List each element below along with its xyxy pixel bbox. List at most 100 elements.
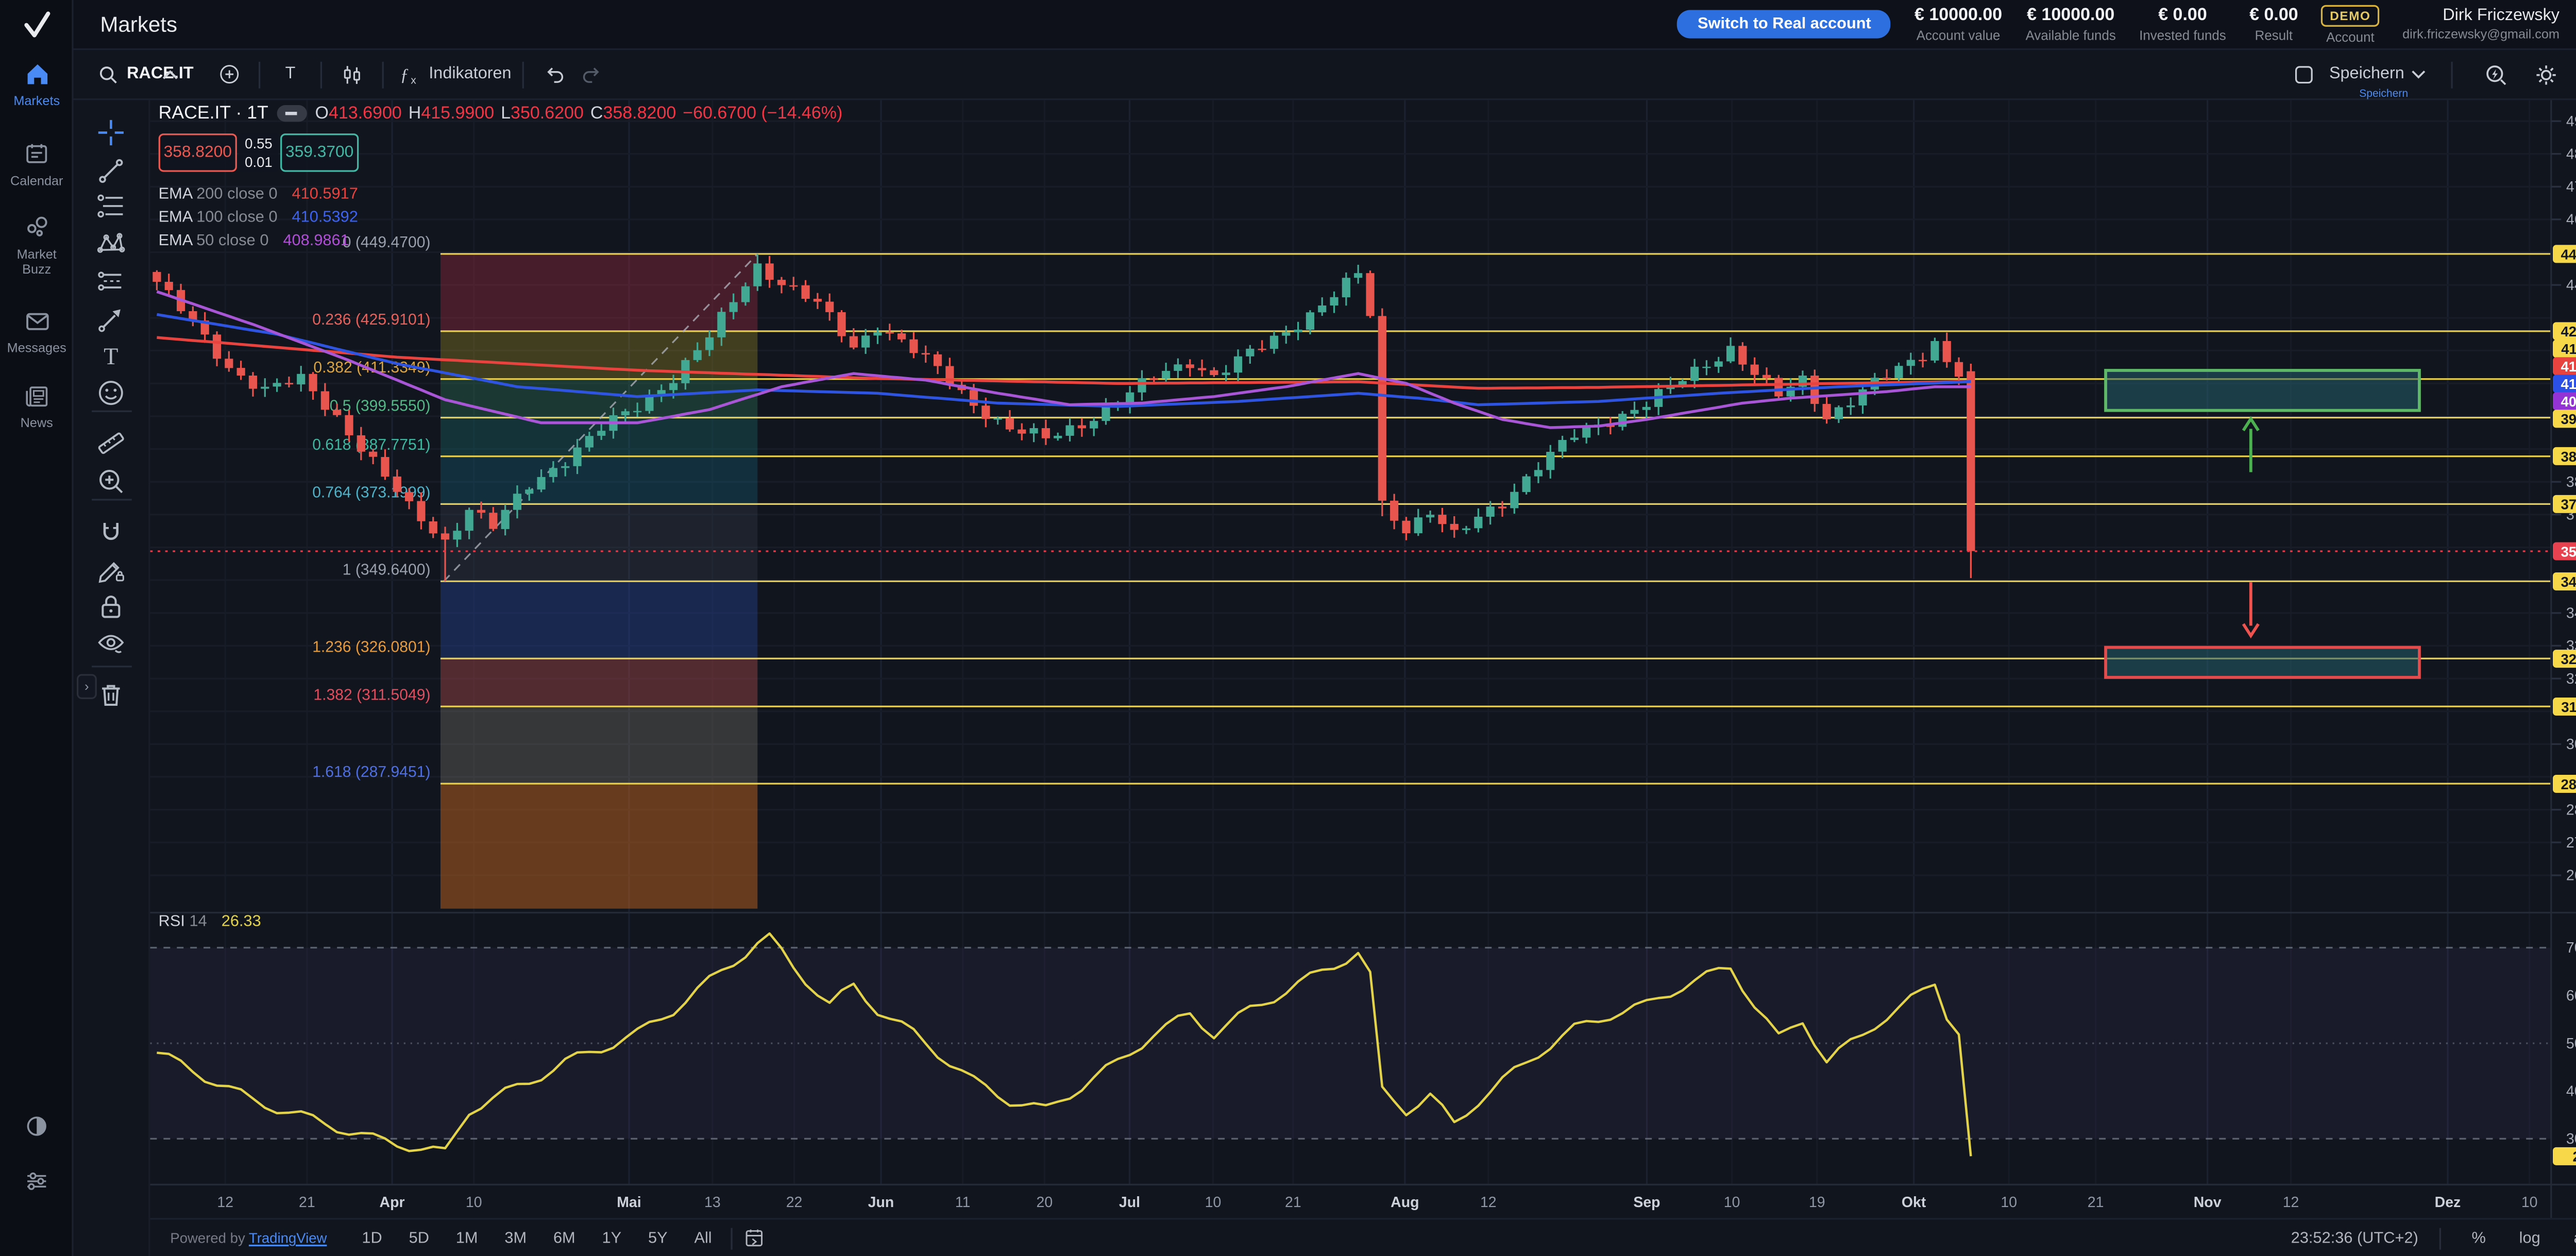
scale-log-button[interactable]: log bbox=[2511, 1226, 2548, 1251]
svg-text:408.9861: 408.9861 bbox=[2561, 394, 2576, 410]
tool-text[interactable]: T bbox=[95, 341, 129, 374]
tradingview-link[interactable]: TradingView bbox=[249, 1230, 327, 1246]
svg-text:12: 12 bbox=[1480, 1194, 1497, 1211]
indicators-label: Indikatoren bbox=[429, 65, 511, 83]
interval-button[interactable]: T bbox=[272, 54, 309, 94]
switch-to-real-account-button[interactable]: Switch to Real account bbox=[1677, 10, 1891, 38]
clock[interactable]: 23:52:36 (UTC+2) bbox=[2291, 1229, 2418, 1247]
tool-long-position[interactable] bbox=[95, 265, 129, 299]
account-stat: € 10000.00 Available funds bbox=[2026, 5, 2116, 43]
range-1d[interactable]: 1D bbox=[353, 1226, 391, 1251]
svg-text:11: 11 bbox=[955, 1194, 971, 1211]
go-to-date-button[interactable] bbox=[742, 1226, 765, 1249]
tool-zoom-in[interactable] bbox=[95, 466, 129, 499]
spread-value: 0.55 bbox=[245, 135, 273, 151]
tool-fib-retracement[interactable] bbox=[95, 190, 129, 224]
tool-arrow-marker[interactable] bbox=[95, 303, 129, 337]
home-icon bbox=[0, 60, 73, 89]
legend-change: −60.6700 (−14.46%) bbox=[683, 104, 842, 124]
theme-toggle-icon[interactable] bbox=[0, 1113, 73, 1140]
svg-text:470.0000: 470.0000 bbox=[2566, 179, 2576, 195]
svg-text:22: 22 bbox=[786, 1194, 803, 1211]
sidebar-item-calendar[interactable]: Calendar bbox=[0, 140, 73, 189]
sidebar-item-messages[interactable]: Messages bbox=[0, 307, 73, 355]
range-5y[interactable]: 5Y bbox=[640, 1226, 676, 1251]
range-1m[interactable]: 1M bbox=[448, 1226, 486, 1251]
checkbox-icon bbox=[2293, 62, 2316, 86]
tool-hide-drawings[interactable] bbox=[95, 627, 129, 661]
svg-text:300.0000: 300.0000 bbox=[2566, 736, 2576, 753]
tool-remove-drawings[interactable] bbox=[95, 679, 129, 712]
rsi-legend: RSI 14 26.33 bbox=[159, 912, 261, 931]
range-all[interactable]: All bbox=[686, 1226, 720, 1251]
legend-symbol[interactable]: RACE.IT · 1T bbox=[159, 104, 268, 124]
svg-text:326.0801: 326.0801 bbox=[2561, 651, 2576, 667]
ema-100-legend[interactable]: EMA 100 close 0 410.5392 bbox=[159, 209, 358, 227]
preferences-sliders-icon[interactable] bbox=[0, 1168, 73, 1195]
range-1y[interactable]: 1Y bbox=[594, 1226, 630, 1251]
range-5d[interactable]: 5D bbox=[400, 1226, 437, 1251]
sell-button[interactable]: 358.8200 bbox=[159, 133, 237, 172]
drawing-toolbar-collapse-button[interactable]: › bbox=[77, 674, 97, 699]
svg-text:21: 21 bbox=[299, 1194, 315, 1211]
svg-text:Jul: Jul bbox=[1119, 1194, 1140, 1211]
checkmark-logo-icon bbox=[15, 3, 58, 46]
svg-text:70.00: 70.00 bbox=[2566, 940, 2576, 956]
svg-text:Mai: Mai bbox=[617, 1194, 641, 1211]
tool-emoji[interactable] bbox=[95, 377, 129, 411]
buzz-icon bbox=[0, 214, 73, 242]
legend-more-pill[interactable] bbox=[277, 105, 307, 122]
rsi-label: RSI bbox=[159, 912, 185, 931]
svg-text:311.5049: 311.5049 bbox=[2561, 699, 2576, 715]
price-chart-canvas[interactable]: 0 (449.4700)0.236 (425.9101)0.382 (411.3… bbox=[150, 100, 2576, 1218]
svg-text:12: 12 bbox=[217, 1194, 233, 1211]
redo-button[interactable] bbox=[573, 54, 609, 94]
account-stat: € 0.00 Invested funds bbox=[2139, 5, 2226, 43]
sidebar-item-news[interactable]: News bbox=[0, 382, 73, 431]
pane-collapse-chevron[interactable] bbox=[162, 70, 178, 80]
svg-text:Apr: Apr bbox=[380, 1194, 405, 1211]
svg-text:Jun: Jun bbox=[868, 1194, 894, 1211]
mail-icon bbox=[0, 307, 73, 335]
save-layout-button[interactable]: Speichern Speichern bbox=[2329, 65, 2426, 83]
top-bar: Markets Switch to Real account € 10000.0… bbox=[73, 0, 2576, 50]
buy-button[interactable]: 359.3700 bbox=[280, 133, 359, 172]
compare-add-symbol-button[interactable] bbox=[210, 54, 247, 94]
layout-checkbox[interactable] bbox=[2293, 62, 2316, 86]
range-3m[interactable]: 3M bbox=[496, 1226, 535, 1251]
symbol-search-button[interactable]: RACE.IT bbox=[97, 54, 194, 94]
user-email: dirk.friczewsky@gmail.com bbox=[2402, 27, 2560, 42]
tool-lock-all[interactable] bbox=[95, 590, 129, 624]
app-logo[interactable] bbox=[0, 0, 73, 50]
ema-50-legend[interactable]: EMA 50 close 0 408.9861 bbox=[159, 232, 349, 251]
svg-text:Sep: Sep bbox=[1633, 1194, 1660, 1211]
tool-ruler[interactable] bbox=[95, 427, 129, 461]
powered-by: Powered by TradingView bbox=[170, 1230, 327, 1246]
svg-text:20: 20 bbox=[1037, 1194, 1053, 1211]
sidebar-item-market-buzz[interactable]: Market Buzz bbox=[0, 214, 73, 277]
undo-icon bbox=[542, 62, 567, 87]
svg-text:287.9451: 287.9451 bbox=[2561, 776, 2576, 792]
tool-xabcd-pattern[interactable] bbox=[95, 229, 129, 262]
tool-crosshair[interactable] bbox=[95, 117, 129, 150]
chart-type-button[interactable] bbox=[334, 54, 370, 94]
tool-drawing-mode[interactable] bbox=[95, 554, 129, 587]
scale-auto-button[interactable]: auto bbox=[2565, 1226, 2576, 1251]
sidebar-item-markets[interactable]: Markets bbox=[0, 60, 73, 109]
quick-search-button[interactable] bbox=[2478, 54, 2514, 94]
svg-text:19: 19 bbox=[1809, 1194, 1825, 1211]
ema-200-legend[interactable]: EMA 200 close 0 410.5917 bbox=[159, 185, 358, 203]
range-6m[interactable]: 6M bbox=[545, 1226, 584, 1251]
scale-percent-button[interactable]: % bbox=[2463, 1226, 2494, 1251]
svg-text:Aug: Aug bbox=[1391, 1194, 1419, 1211]
settings-button[interactable] bbox=[2528, 54, 2564, 94]
svg-text:449.4700: 449.4700 bbox=[2561, 246, 2576, 262]
chart-area[interactable]: 0 (449.4700)0.236 (425.9101)0.382 (411.3… bbox=[150, 100, 2576, 1218]
svg-text:26.33: 26.33 bbox=[2572, 1149, 2576, 1165]
undo-button[interactable] bbox=[536, 54, 573, 94]
tool-trend-line[interactable] bbox=[95, 155, 129, 189]
tool-magnet[interactable] bbox=[95, 517, 129, 551]
svg-text:320.0000: 320.0000 bbox=[2566, 671, 2576, 687]
trading-app: Markets Calendar Market Buzz Messages Ne… bbox=[0, 0, 2576, 1256]
indicators-button[interactable]: ƒx Indikatoren bbox=[396, 54, 512, 94]
